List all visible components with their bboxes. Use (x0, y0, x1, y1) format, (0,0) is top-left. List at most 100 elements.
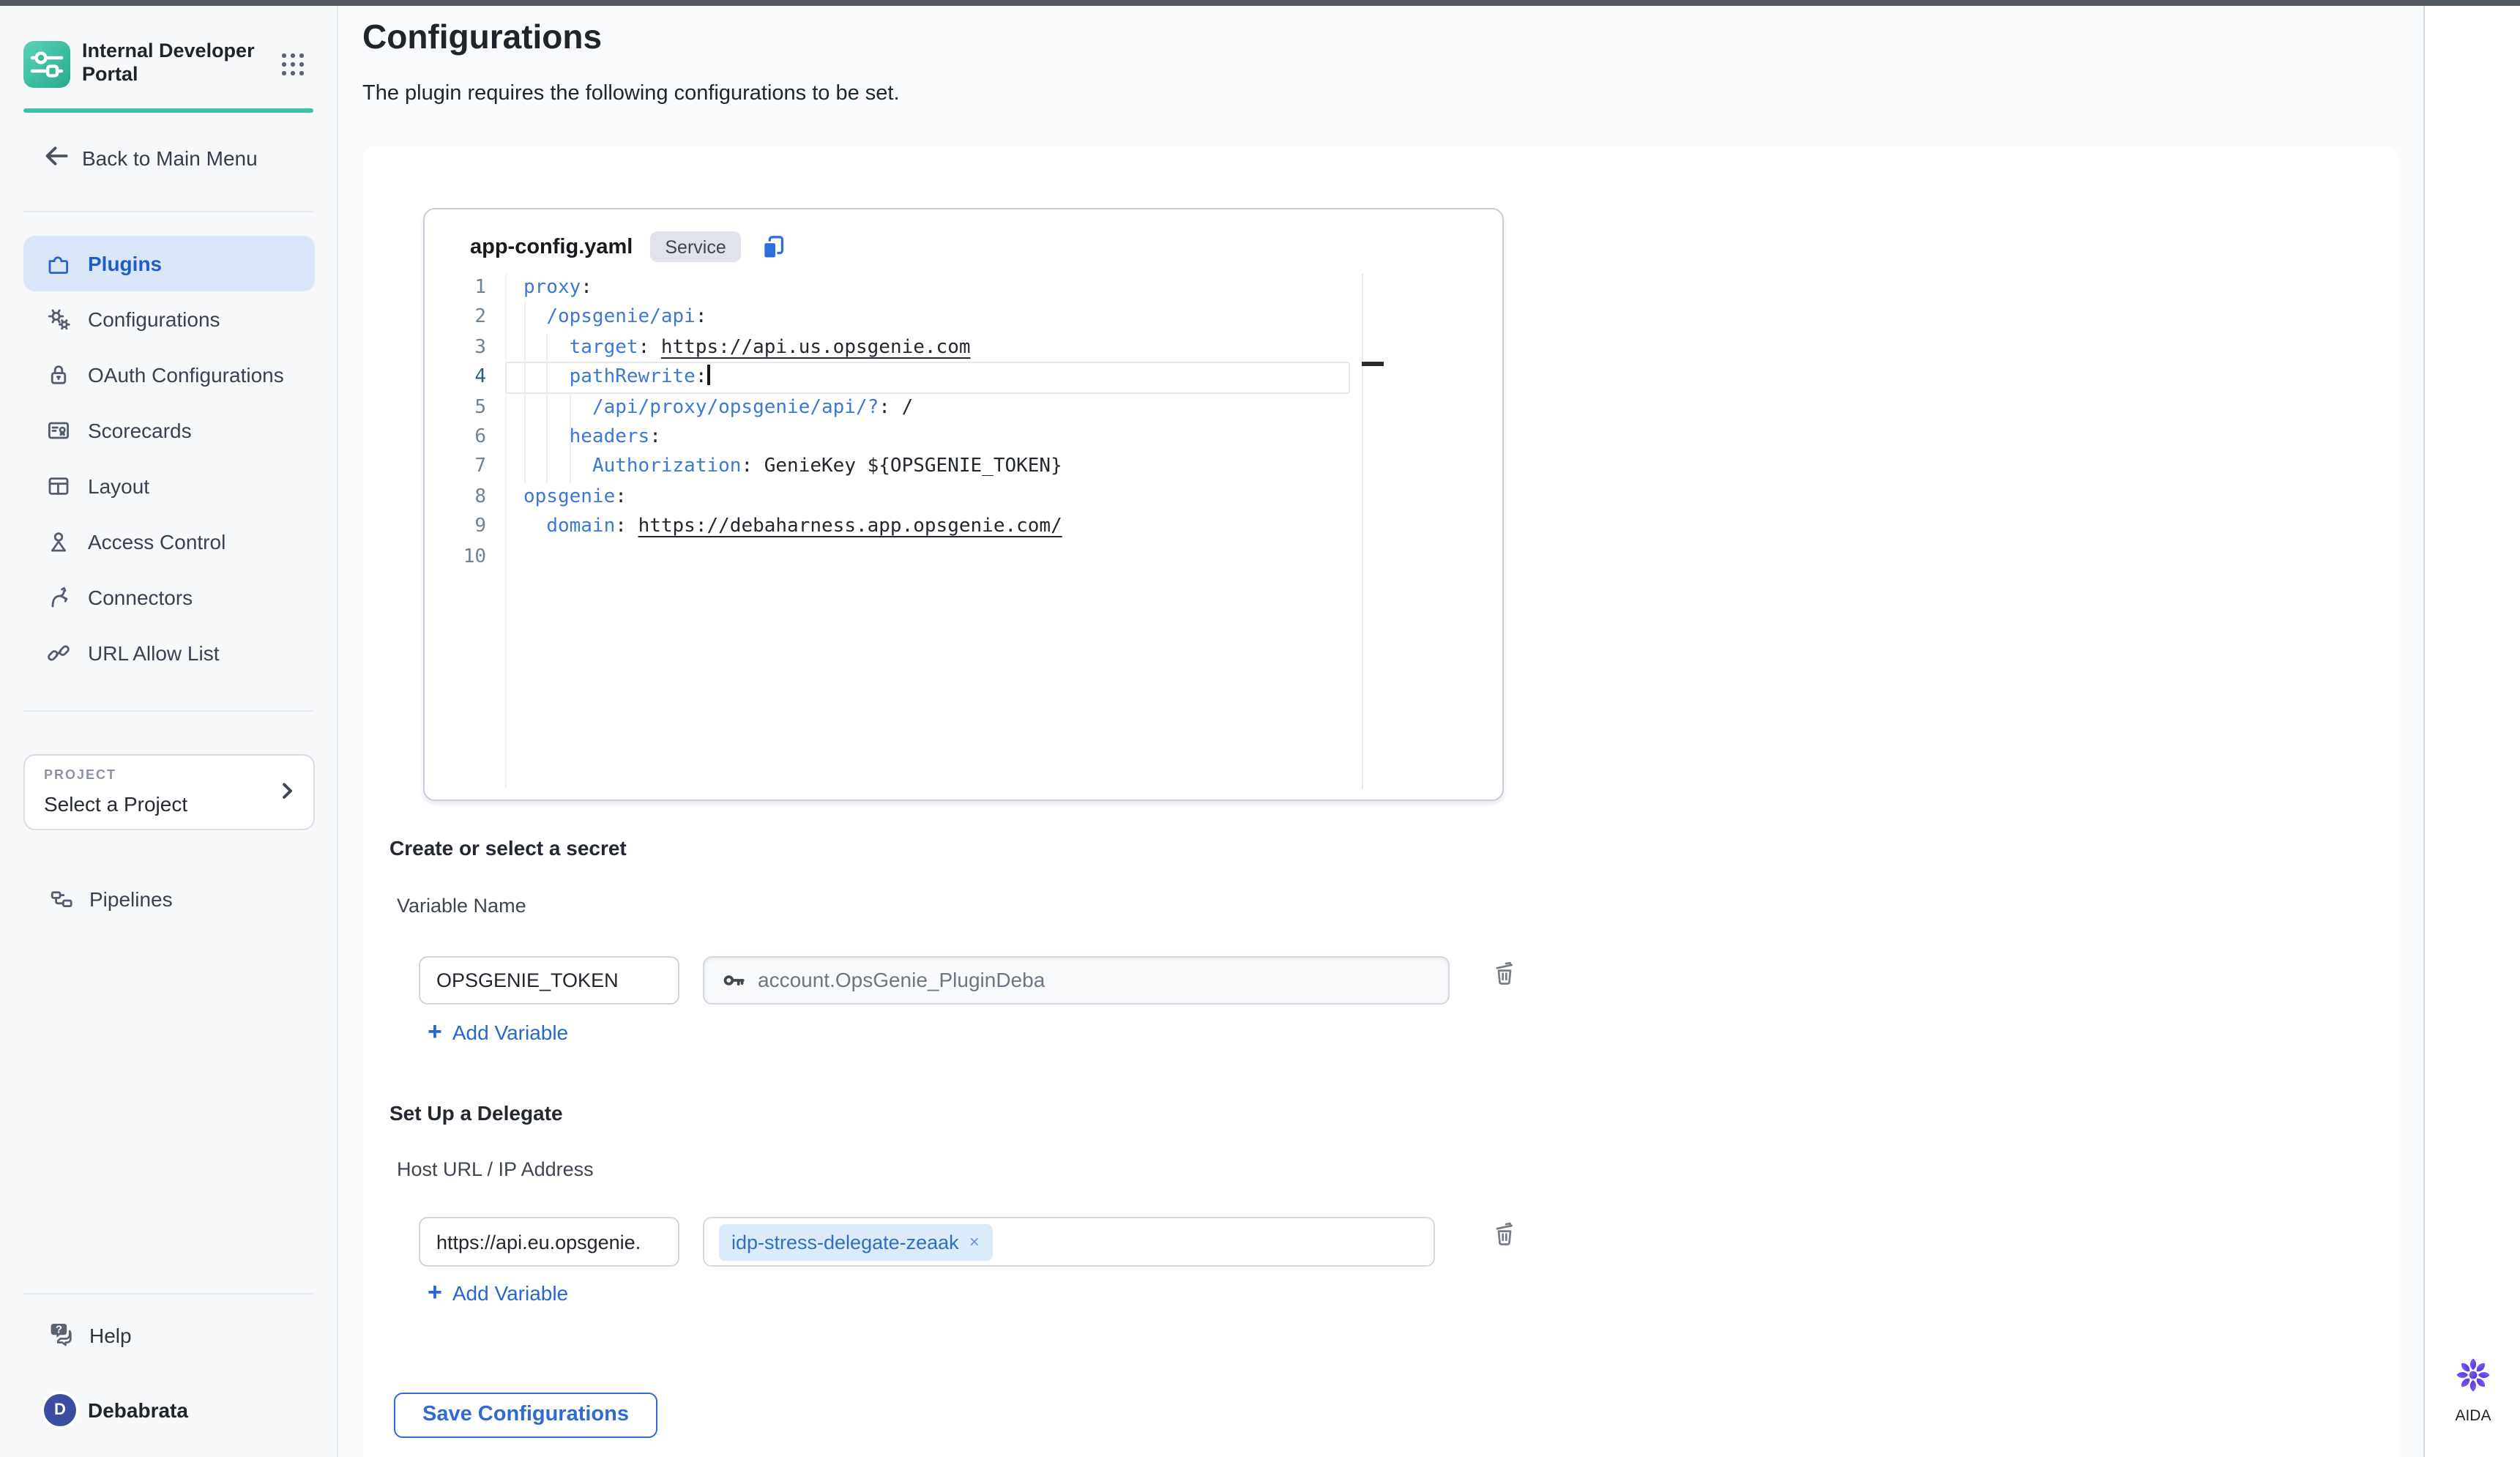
delegate-tags-field[interactable]: idp-stress-delegate-zeaak (702, 1217, 1434, 1267)
host-url-input[interactable] (419, 1217, 679, 1267)
window-top-edge (0, 0, 2520, 6)
aida-button[interactable]: AIDA (2425, 1356, 2520, 1425)
project-value: Select a Project (44, 792, 187, 816)
yaml-editor-panel: app-config.yaml Service 1proxy:2 /opsgen (423, 207, 1504, 800)
line-number: 9 (425, 513, 486, 543)
divider (23, 1293, 313, 1294)
plus-icon (428, 1022, 442, 1043)
sidebar-item-label: Layout (88, 474, 149, 498)
code-line-row: 10 (425, 543, 1491, 573)
copy-icon[interactable] (758, 232, 788, 261)
code-line: /opsgenie/api: (523, 304, 707, 334)
lock-icon (45, 362, 72, 388)
sidebar-item-layout[interactable]: Layout (23, 458, 315, 514)
help-button[interactable]: ? Help (48, 1319, 132, 1352)
sidebar-item-access-control[interactable]: Access Control (23, 514, 315, 570)
plus-icon (428, 1283, 442, 1303)
code-line-row: 3 target: https://api.us.opsgenie.com (425, 334, 1491, 364)
line-number: 3 (425, 334, 486, 364)
user-name: Debabrata (88, 1398, 188, 1422)
puzzle-icon (45, 250, 72, 277)
secret-reference-value: account.OpsGenie_PluginDeba (758, 968, 1045, 991)
save-configurations-button[interactable]: Save Configurations (394, 1392, 657, 1438)
key-icon (721, 967, 746, 992)
line-number: 6 (425, 423, 486, 453)
line-number: 7 (425, 453, 486, 483)
variable-name-input[interactable] (419, 955, 679, 1004)
code-line-row: 5 /api/proxy/opsgenie/api/?: / (425, 393, 1491, 423)
sidebar-item-scorecards[interactable]: Scorecards (23, 403, 315, 458)
back-to-main-menu[interactable]: Back to Main Menu (42, 142, 258, 173)
pipelines-icon (48, 886, 75, 912)
aida-icon (2454, 1375, 2492, 1400)
idp-logo-icon (23, 41, 70, 88)
svg-text:?: ? (56, 1323, 62, 1335)
line-number: 1 (425, 274, 486, 304)
add-variable-button[interactable]: Add Variable (428, 1281, 568, 1305)
sidebar-item-oauth-configurations[interactable]: OAuth Configurations (23, 347, 315, 403)
sidebar-item-url-allow-list[interactable]: URL Allow List (23, 625, 315, 681)
line-number: 10 (425, 543, 486, 573)
sidebar-item-connectors[interactable]: Connectors (23, 570, 315, 625)
app-root: Internal Developer Portal Back to Main M… (0, 0, 2520, 1457)
sidebar-item-label: Connectors (88, 586, 193, 609)
sidebar-item-configurations[interactable]: Configurations (23, 291, 315, 347)
editor-header: app-config.yaml Service (470, 226, 788, 267)
line-number: 5 (425, 393, 486, 423)
delegate-section-heading: Set Up a Delegate (389, 1101, 563, 1125)
project-selector[interactable]: PROJECT Select a Project (23, 754, 315, 830)
remove-tag-icon[interactable] (969, 1233, 980, 1251)
code-editor[interactable]: 1 proxy: 2 /opsgenie/api:3 target: https:/… (425, 274, 1491, 573)
sidebar-item-plugins[interactable]: Plugins (23, 236, 315, 291)
page-title: Configurations (362, 18, 602, 57)
page-subtitle: The plugin requires the following config… (362, 82, 900, 105)
code-line-row: 8 opsgenie: (425, 482, 1491, 513)
pipelines-label: Pipelines (89, 887, 173, 911)
delegate-tag-chip: idp-stress-delegate-zeaak (718, 1223, 993, 1260)
sidebar-item-label: Plugins (88, 252, 162, 275)
brand: Internal Developer Portal (23, 41, 313, 97)
delegate-tag-label: idp-stress-delegate-zeaak (731, 1231, 959, 1253)
configurations-card: app-config.yaml Service 1proxy:2 /opsgen (363, 146, 2398, 1457)
main-content: Configurations The plugin requires the f… (338, 6, 2423, 1457)
line-number: 4 (425, 363, 486, 393)
code-line: headers: (523, 423, 661, 453)
secret-reference-field[interactable]: account.OpsGenie_PluginDeba (702, 955, 1449, 1004)
help-label: Help (89, 1324, 132, 1347)
avatar: D (44, 1394, 76, 1426)
code-line-row: 1 proxy: (425, 274, 1491, 304)
right-rail: AIDA (2423, 6, 2520, 1457)
aida-label: AIDA (2425, 1407, 2520, 1425)
code-line: Authorization: GenieKey ${OPSGENIE_TOKEN… (523, 453, 1062, 483)
delete-variable-button[interactable] (1491, 959, 1518, 988)
code-line-row: 6 headers: (425, 423, 1491, 453)
sidebar-item-label: OAuth Configurations (88, 363, 284, 387)
layout-icon (45, 473, 72, 499)
line-number: 8 (425, 482, 486, 513)
service-badge: Service (650, 231, 740, 262)
divider (23, 710, 313, 712)
code-line-row: 9 domain: https://debaharness.app.opsgen… (425, 513, 1491, 543)
sidebar: Internal Developer Portal Back to Main M… (0, 6, 338, 1457)
host-url-label: Host URL / IP Address (397, 1158, 594, 1180)
sidebar-item-pipelines[interactable]: Pipelines (48, 883, 173, 915)
brand-title: Internal Developer Portal (82, 40, 272, 86)
apps-grid-icon[interactable] (280, 51, 306, 78)
code-line-row: 4 pathRewrite: (425, 363, 1491, 393)
code-line: /api/proxy/opsgenie/api/?: / (523, 393, 913, 423)
sidebar-item-label: Configurations (88, 308, 220, 331)
sidebar-item-label: Scorecards (88, 419, 192, 442)
code-line: opsgenie: (523, 482, 627, 513)
add-variable-button[interactable]: Add Variable (428, 1021, 568, 1044)
code-line: proxy: (523, 274, 592, 304)
sidebar-nav: Plugins Configurations OAuth Configuration… (23, 236, 315, 681)
line-number: 2 (425, 304, 486, 334)
user-menu[interactable]: D Debabrata (44, 1393, 188, 1428)
connectors-icon (45, 584, 72, 611)
project-eyebrow: PROJECT (44, 767, 116, 782)
filename: app-config.yaml (470, 235, 633, 258)
delete-variable-button[interactable] (1491, 1220, 1518, 1249)
chevron-right-icon (275, 779, 299, 810)
sidebar-item-label: Access Control (88, 530, 225, 554)
back-arrow-icon (42, 141, 70, 174)
